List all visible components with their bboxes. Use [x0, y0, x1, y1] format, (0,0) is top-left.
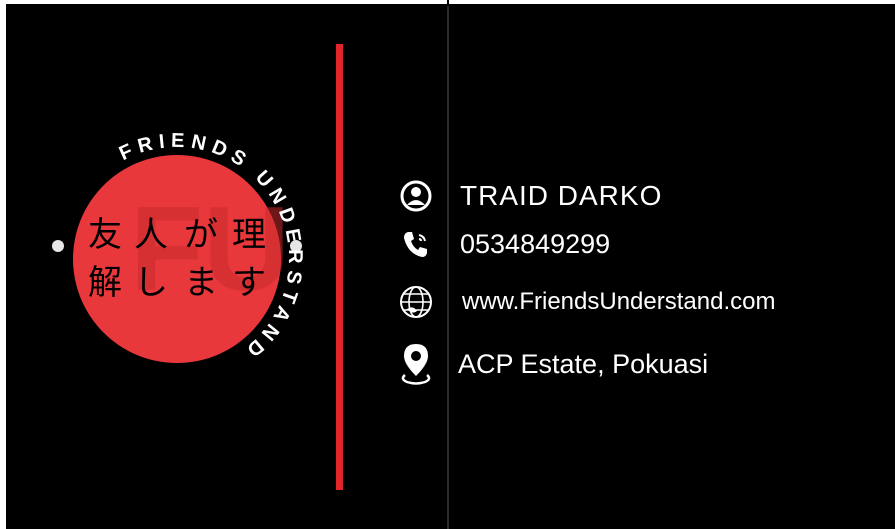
card-fold-line — [447, 4, 449, 529]
kanji-char: が — [184, 215, 218, 255]
kanji-char: し — [134, 263, 168, 303]
logo-kanji: 友 人 が 理 解 し ま す — [48, 130, 306, 388]
contact-address: ACP Estate, Pokuasi — [458, 348, 709, 379]
business-card: FU FRIENDS UNDERSTAND 友 人 が 理 解 し ま す TR… — [6, 4, 895, 529]
contact-address-row: ACP Estate, Pokuasi — [398, 342, 708, 386]
kanji-char: 人 — [134, 215, 168, 255]
globe-icon — [398, 284, 434, 320]
phone-icon — [398, 226, 434, 262]
kanji-char: 解 — [88, 263, 122, 303]
contact-website[interactable]: www.FriendsUnderstand.com — [462, 288, 775, 316]
contact-phone-row: 0534849299 — [398, 226, 610, 262]
contact-phone[interactable]: 0534849299 — [460, 229, 610, 260]
top-notch — [447, 0, 449, 6]
kanji-char: 理 — [232, 215, 266, 255]
contact-website-row: www.FriendsUnderstand.com — [398, 284, 775, 320]
kanji-char: 友 — [88, 215, 122, 255]
contact-name-row: TRAID DARKO — [398, 178, 662, 214]
kanji-char: ま — [184, 263, 218, 303]
friends-understand-logo: FU FRIENDS UNDERSTAND 友 人 が 理 解 し ま す — [48, 130, 306, 388]
location-pin-icon — [398, 342, 434, 386]
kanji-char: す — [232, 263, 266, 303]
contact-name: TRAID DARKO — [460, 180, 663, 211]
red-divider — [336, 44, 343, 490]
person-icon — [398, 178, 434, 214]
